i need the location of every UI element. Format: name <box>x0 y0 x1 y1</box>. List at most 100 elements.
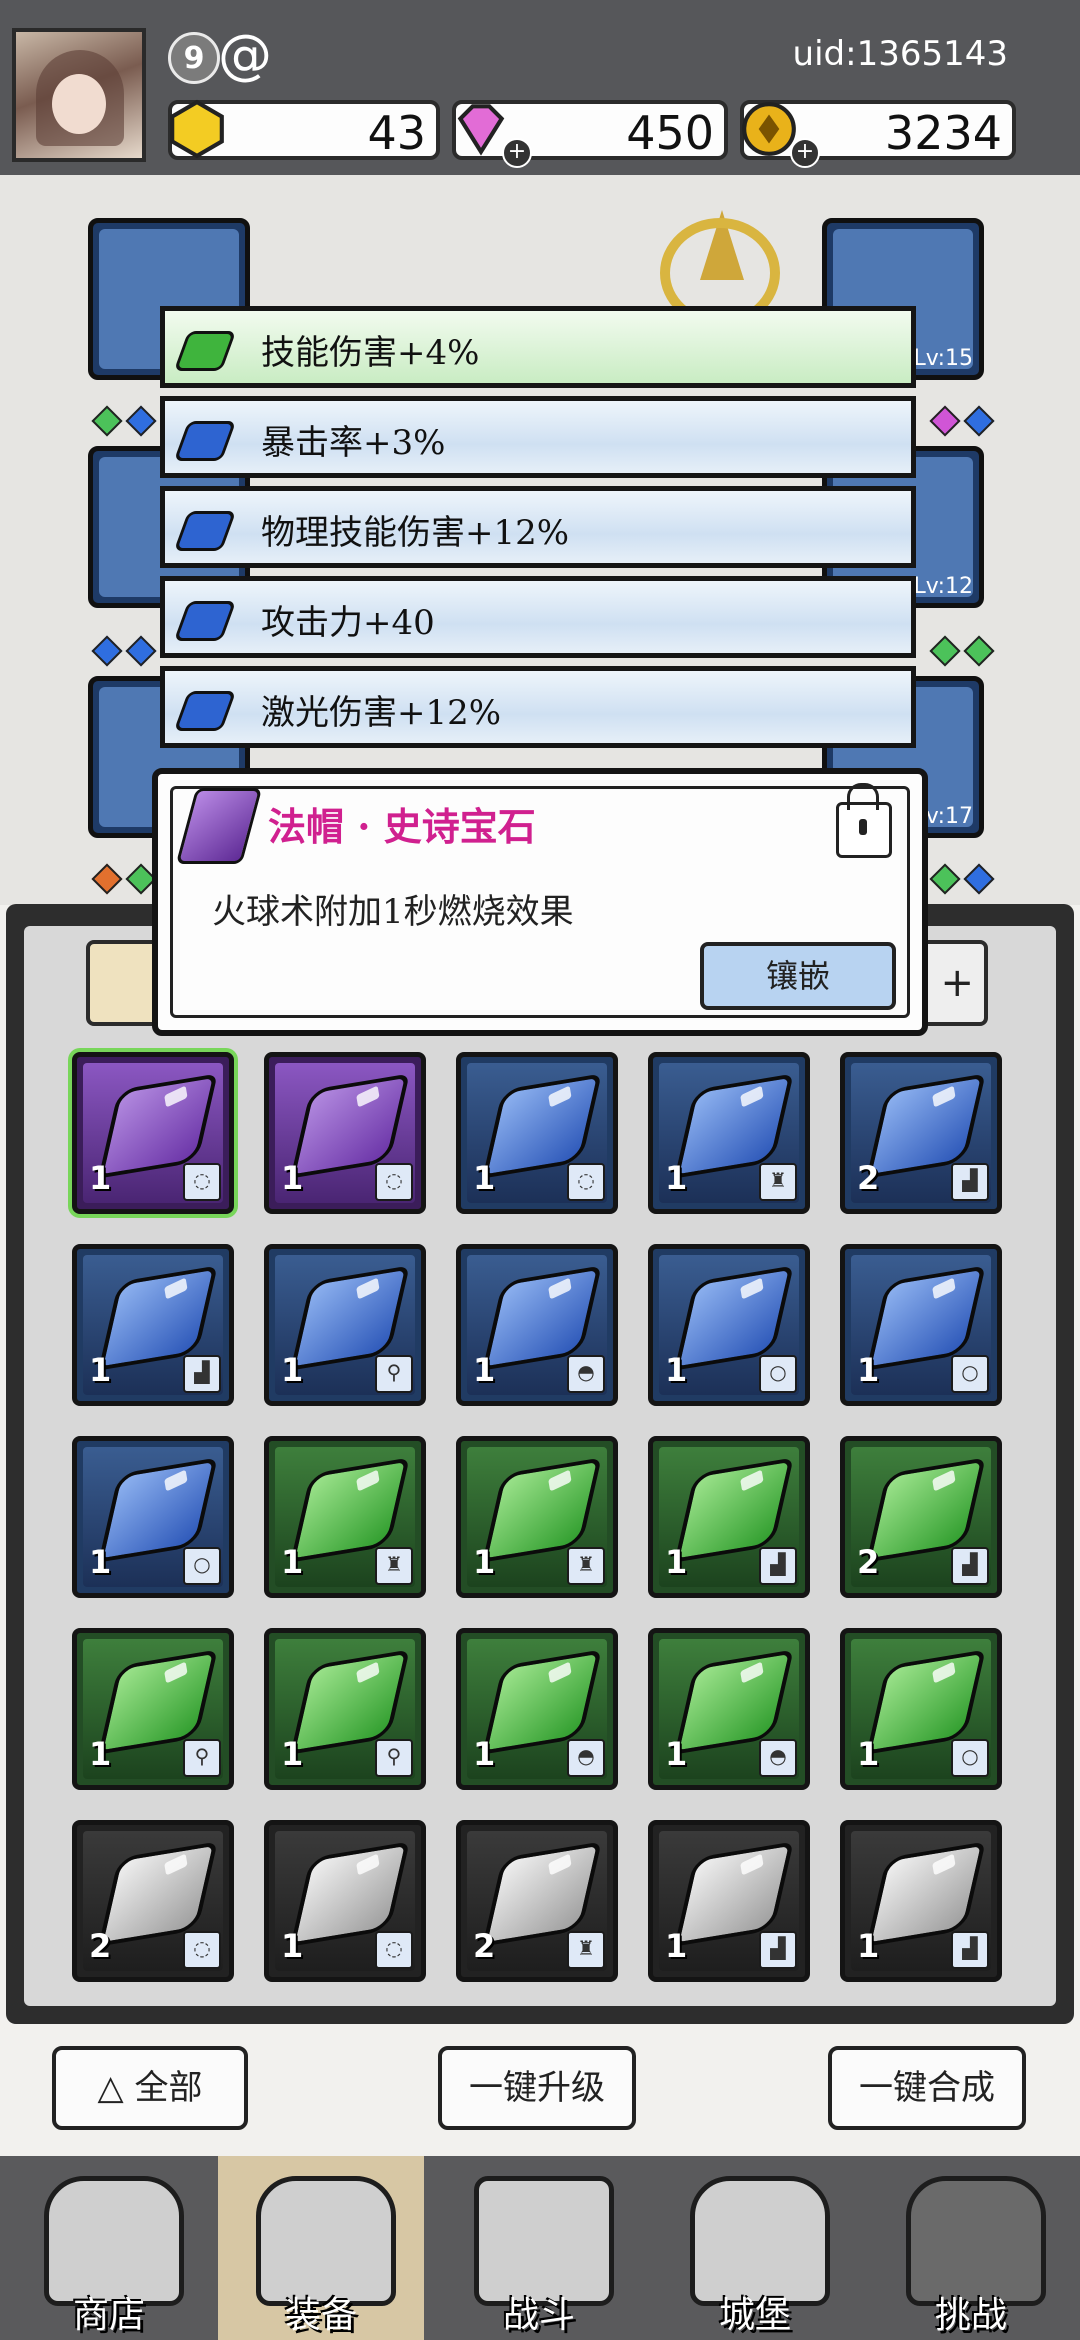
nav-shop[interactable]: 商店 <box>6 2156 212 2340</box>
white-gem-cell[interactable]: 1 ◌ <box>264 1820 426 1982</box>
resource-hexagon-value: 43 <box>367 106 426 160</box>
inlay-button[interactable]: 镶嵌 <box>700 942 896 1010</box>
nav-castle[interactable]: 城堡 <box>652 2156 858 2340</box>
gem-count: 1 <box>473 1159 496 1197</box>
blue-gem-cell[interactable]: 1 ♜ <box>648 1052 810 1214</box>
necklace-icon: ○ <box>759 1355 797 1393</box>
ring-icon: ◌ <box>375 1163 413 1201</box>
gem-count: 1 <box>281 1927 304 1965</box>
gem-stat-row[interactable]: 暴击率+3% <box>160 396 916 478</box>
avatar[interactable] <box>12 28 146 162</box>
boots-icon: ▟ <box>951 1163 989 1201</box>
add-diamond-button[interactable]: + <box>502 138 532 168</box>
gem-stat-label: 物理技能伤害+12% <box>261 513 570 553</box>
green-gem-cell[interactable]: 1 ⚲ <box>72 1628 234 1790</box>
blue-gem-cell[interactable]: 2 ▟ <box>840 1052 1002 1214</box>
gem-count: 1 <box>281 1351 304 1389</box>
green-gem-cell[interactable]: 1 ◓ <box>648 1628 810 1790</box>
nav-battle[interactable]: 战斗 <box>436 2156 642 2340</box>
green-gem-cell[interactable]: 1 ♜ <box>264 1436 426 1598</box>
gem-stat-label: 激光伤害+12% <box>261 693 502 733</box>
gold-hexagon-icon <box>170 99 224 159</box>
blue-gem-icon <box>173 511 237 551</box>
nav-battle-label: 战斗 <box>502 2295 575 2336</box>
armor-icon: ♜ <box>759 1163 797 1201</box>
gem-stat-row[interactable]: 物理技能伤害+12% <box>160 486 916 568</box>
unlock-icon[interactable] <box>836 783 892 858</box>
green-gem-cell[interactable]: 1 ▟ <box>648 1436 810 1598</box>
gem-count: 1 <box>665 1735 688 1773</box>
gem-stat-row[interactable]: 攻击力+40 <box>160 576 916 658</box>
swirl-icon[interactable]: @ <box>218 28 272 82</box>
gem-count: 1 <box>857 1351 880 1389</box>
add-coin-button[interactable]: + <box>790 138 820 168</box>
level-badge: 9 <box>168 32 220 84</box>
blue-gem-cell[interactable]: 1 ⚲ <box>264 1244 426 1406</box>
boots-icon: ▟ <box>951 1547 989 1585</box>
green-gem-cell[interactable]: 2 ▟ <box>840 1436 1002 1598</box>
gem-count: 1 <box>281 1735 304 1773</box>
resource-diamond: + 450 <box>452 100 728 168</box>
hat-icon: ◓ <box>567 1739 605 1777</box>
gem-stat-label: 攻击力+40 <box>261 603 435 643</box>
white-gem-cell[interactable]: 1 ▟ <box>840 1820 1002 1982</box>
necklace-icon: ○ <box>951 1739 989 1777</box>
white-gem-cell[interactable]: 2 ◌ <box>72 1820 234 1982</box>
blue-gem-cell[interactable]: 1 ○ <box>648 1244 810 1406</box>
purple-gem-cell[interactable]: 1 ◌ <box>264 1052 426 1214</box>
necklace-icon: ○ <box>183 1547 221 1585</box>
green-gem-cell[interactable]: 1 ◓ <box>456 1628 618 1790</box>
gem-count: 1 <box>89 1543 112 1581</box>
blue-gem-cell[interactable]: 1 ◌ <box>456 1052 618 1214</box>
slot-weapon-level: Lv:15 <box>913 346 973 371</box>
blue-gem-cell[interactable]: 1 ◓ <box>456 1244 618 1406</box>
green-gem-cell[interactable]: 1 ○ <box>840 1628 1002 1790</box>
tooltip-title: 法帽 · 史诗宝石 <box>268 804 536 849</box>
gem-count: 2 <box>857 1159 880 1197</box>
blue-gem-cell[interactable]: 1 ▟ <box>72 1244 234 1406</box>
boots-icon: ▟ <box>759 1931 797 1969</box>
resource-coin: + 3234 <box>740 100 1016 168</box>
filter-all-button[interactable]: △ 全部 <box>52 2046 248 2130</box>
gem-stat-row[interactable]: 技能伤害+4% <box>160 306 916 388</box>
merge-all-button[interactable]: 一键合成 <box>828 2046 1026 2130</box>
blue-gem-icon <box>173 421 237 461</box>
armor-icon: ♜ <box>375 1547 413 1585</box>
triangle-icon: △ <box>97 2068 124 2108</box>
boots-icon: ▟ <box>951 1931 989 1969</box>
blue-gem-cell[interactable]: 1 ○ <box>840 1244 1002 1406</box>
nav-equipment[interactable]: 装备 <box>218 2156 424 2340</box>
resource-coin-value: 3234 <box>884 106 1002 160</box>
gem-count: 1 <box>281 1543 304 1581</box>
green-gem-cell[interactable]: 1 ⚲ <box>264 1628 426 1790</box>
gem-count: 1 <box>89 1351 112 1389</box>
ring-icon: ◌ <box>183 1931 221 1969</box>
gem-count: 1 <box>665 1927 688 1965</box>
gem-count: 1 <box>473 1543 496 1581</box>
gem-count: 2 <box>857 1543 880 1581</box>
gem-stat-row[interactable]: 激光伤害+12% <box>160 666 916 748</box>
gem-count: 1 <box>89 1735 112 1773</box>
gem-stat-label: 暴击率+3% <box>261 423 446 463</box>
filter-all-label: 全部 <box>134 2068 203 2108</box>
armor-icon: ♜ <box>567 1547 605 1585</box>
green-gem-cell[interactable]: 1 ♜ <box>456 1436 618 1598</box>
necklace-icon: ○ <box>951 1355 989 1393</box>
upgrade-all-button[interactable]: 一键升级 <box>438 2046 636 2130</box>
white-gem-cell[interactable]: 2 ♜ <box>456 1820 618 1982</box>
armor-icon: ♜ <box>567 1931 605 1969</box>
weapon-icon: ⚲ <box>183 1739 221 1777</box>
boots-icon: ▟ <box>759 1547 797 1585</box>
ring-icon: ◌ <box>375 1931 413 1969</box>
ring-icon: ◌ <box>567 1163 605 1201</box>
gem-count: 2 <box>473 1927 496 1965</box>
purple-gem-cell[interactable]: 1 ◌ <box>72 1052 234 1214</box>
gem-count: 1 <box>89 1159 112 1197</box>
nav-challenge[interactable]: 挑战 <box>868 2156 1074 2340</box>
green-gem-icon <box>173 331 237 371</box>
nav-castle-label: 城堡 <box>718 2295 791 2336</box>
nav-shop-label: 商店 <box>72 2295 145 2336</box>
blue-gem-cell[interactable]: 1 ○ <box>72 1436 234 1598</box>
white-gem-cell[interactable]: 1 ▟ <box>648 1820 810 1982</box>
uid-label: uid:1365143 <box>792 34 1008 74</box>
